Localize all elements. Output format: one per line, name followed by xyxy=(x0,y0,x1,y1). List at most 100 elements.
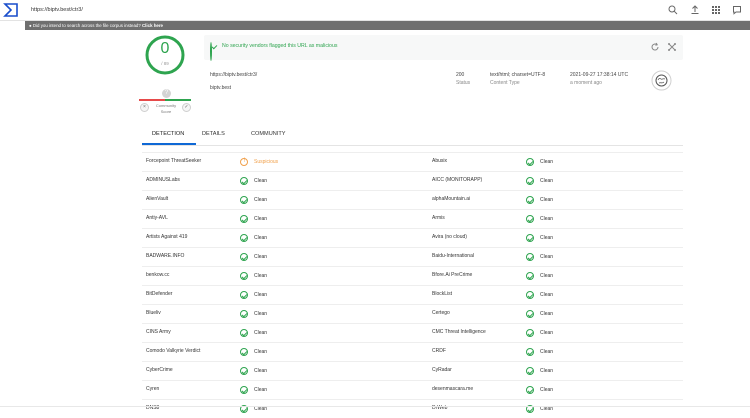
banner-link[interactable]: Click here xyxy=(142,23,163,28)
scan-date-block: 2021-09-27 17:38:14 UTC a moment ago xyxy=(570,71,628,87)
tab-details[interactable]: DETAILS xyxy=(202,131,225,137)
clean-icon xyxy=(526,310,534,318)
url-summary-panel: 0 / 89 ? × Community Score ✓ No security… xyxy=(137,32,683,117)
result-label: Clean xyxy=(540,330,554,336)
content-type-value: text/html; charset=UTF-8 xyxy=(490,72,546,78)
vendor-name: Certego xyxy=(432,310,450,316)
result-label: Clean xyxy=(254,178,268,184)
result-label: Clean xyxy=(254,368,268,374)
table-row: ADMINUSLabs Clean AICC (MONITORAPP) Clea… xyxy=(142,171,683,190)
tab-community[interactable]: COMMUNITY xyxy=(251,131,286,137)
virustotal-logo-icon[interactable] xyxy=(3,2,19,18)
clean-icon xyxy=(240,386,248,394)
clean-icon xyxy=(526,253,534,261)
clean-icon xyxy=(240,272,248,280)
apps-grid-icon[interactable] xyxy=(711,5,721,15)
result-label: Clean xyxy=(540,273,554,279)
clean-icon xyxy=(240,177,248,185)
detection-result: Clean xyxy=(526,308,553,320)
clean-status-icon xyxy=(210,42,212,61)
clean-icon xyxy=(526,291,534,299)
result-label: Clean xyxy=(540,349,554,355)
detection-result: Clean xyxy=(240,289,267,301)
clean-icon xyxy=(240,234,248,242)
http-status-value: 200 xyxy=(456,72,465,78)
vendor-name: alphaMountain.ai xyxy=(432,196,471,202)
detection-score: 0 xyxy=(160,40,170,57)
vendor-name: Abusix xyxy=(432,158,448,164)
vendor-name: Artists Against 419 xyxy=(146,234,188,240)
vendor-name: Antiy-AVL xyxy=(146,215,168,221)
vendor-name: Avira (no cloud) xyxy=(432,234,467,240)
clean-icon xyxy=(526,367,534,375)
vendor-name: BADWARE.INFO xyxy=(146,253,185,259)
detection-result: Clean xyxy=(240,365,267,377)
detection-total: / 89 xyxy=(161,61,169,66)
table-row: BitDefender Clean BlockList Clean xyxy=(142,285,683,304)
clean-icon xyxy=(526,196,534,204)
vendor-name: Baidu-International xyxy=(432,253,474,259)
refresh-icon[interactable] xyxy=(650,42,660,52)
result-label: Clean xyxy=(254,235,268,241)
detection-result: Clean xyxy=(240,346,267,358)
search-icon[interactable] xyxy=(668,5,678,15)
detection-result: Clean xyxy=(526,403,553,415)
graph-icon[interactable] xyxy=(667,42,677,52)
vote-harmless-button[interactable]: ✓ xyxy=(182,103,191,112)
table-row: Forcepoint ThreatSeeker Suspicious Abusi… xyxy=(142,152,683,171)
community-unknown-icon: ? xyxy=(162,89,171,98)
vendor-name: Armis xyxy=(432,215,445,221)
vendor-name: BitDefender xyxy=(146,291,173,297)
result-label: Clean xyxy=(540,387,554,393)
table-row: BADWARE.INFO Clean Baidu-International C… xyxy=(142,247,683,266)
result-label: Clean xyxy=(540,178,554,184)
upload-icon[interactable] xyxy=(690,5,700,15)
search-input[interactable]: https://biptv.best/ctr3/ xyxy=(25,2,659,19)
table-row: Artists Against 419 Clean Avira (no clou… xyxy=(142,228,683,247)
detection-result: Clean xyxy=(526,346,553,358)
vendor-name: ADMINUSLabs xyxy=(146,177,180,183)
result-label: Clean xyxy=(254,330,268,336)
table-row: benkow.cc Clean Bfore.Ai PreCrime Clean xyxy=(142,266,683,285)
vote-malicious-button[interactable]: × xyxy=(140,103,149,112)
detection-result: Clean xyxy=(526,194,553,206)
detection-result: Clean xyxy=(526,384,553,396)
clean-icon xyxy=(526,234,534,242)
result-label: Clean xyxy=(254,387,268,393)
result-label: Clean xyxy=(540,368,554,374)
scanned-url[interactable]: https://biptv.best/ctr3/ xyxy=(210,72,257,78)
vendor-name: Forcepoint ThreatSeeker xyxy=(146,158,202,164)
result-label: Clean xyxy=(254,216,268,222)
clean-icon xyxy=(526,177,534,185)
scan-relative-time: a moment ago xyxy=(570,80,602,86)
clean-icon xyxy=(240,253,248,261)
table-row: Antiy-AVL Clean Armis Clean xyxy=(142,209,683,228)
detection-result: Clean xyxy=(240,270,267,282)
clean-icon xyxy=(240,291,248,299)
scanned-domain[interactable]: biptv.best xyxy=(210,85,231,91)
vendor-name: CyRadar xyxy=(432,367,452,373)
detection-result: Clean xyxy=(240,194,267,206)
vendor-name: AlienVault xyxy=(146,196,169,202)
community-score-bar xyxy=(139,99,191,101)
vendor-name: CMC Threat Intelligence xyxy=(432,329,486,335)
detection-result: Clean xyxy=(240,213,267,225)
clean-icon xyxy=(526,158,534,166)
vendor-name: desenmascara.me xyxy=(432,386,474,392)
chat-icon[interactable] xyxy=(732,5,742,15)
vendor-name: CINS Army xyxy=(146,329,171,335)
result-label: Clean xyxy=(254,349,268,355)
vendor-name: Comodo Valkyrie Verdict xyxy=(146,348,201,354)
tab-detection[interactable]: DETECTION xyxy=(152,131,184,137)
suspicious-icon xyxy=(240,158,248,166)
vendor-name: benkow.cc xyxy=(146,272,170,278)
clean-icon xyxy=(240,196,248,204)
clean-icon xyxy=(526,215,534,223)
result-label: Suspicious xyxy=(254,159,279,165)
result-label: Clean xyxy=(254,311,268,317)
vendor-name: CRDF xyxy=(432,348,446,354)
result-label: Clean xyxy=(540,292,554,298)
vendor-name: BlockList xyxy=(432,291,453,297)
detection-result: Suspicious xyxy=(240,156,278,168)
detection-result: Clean xyxy=(526,232,553,244)
